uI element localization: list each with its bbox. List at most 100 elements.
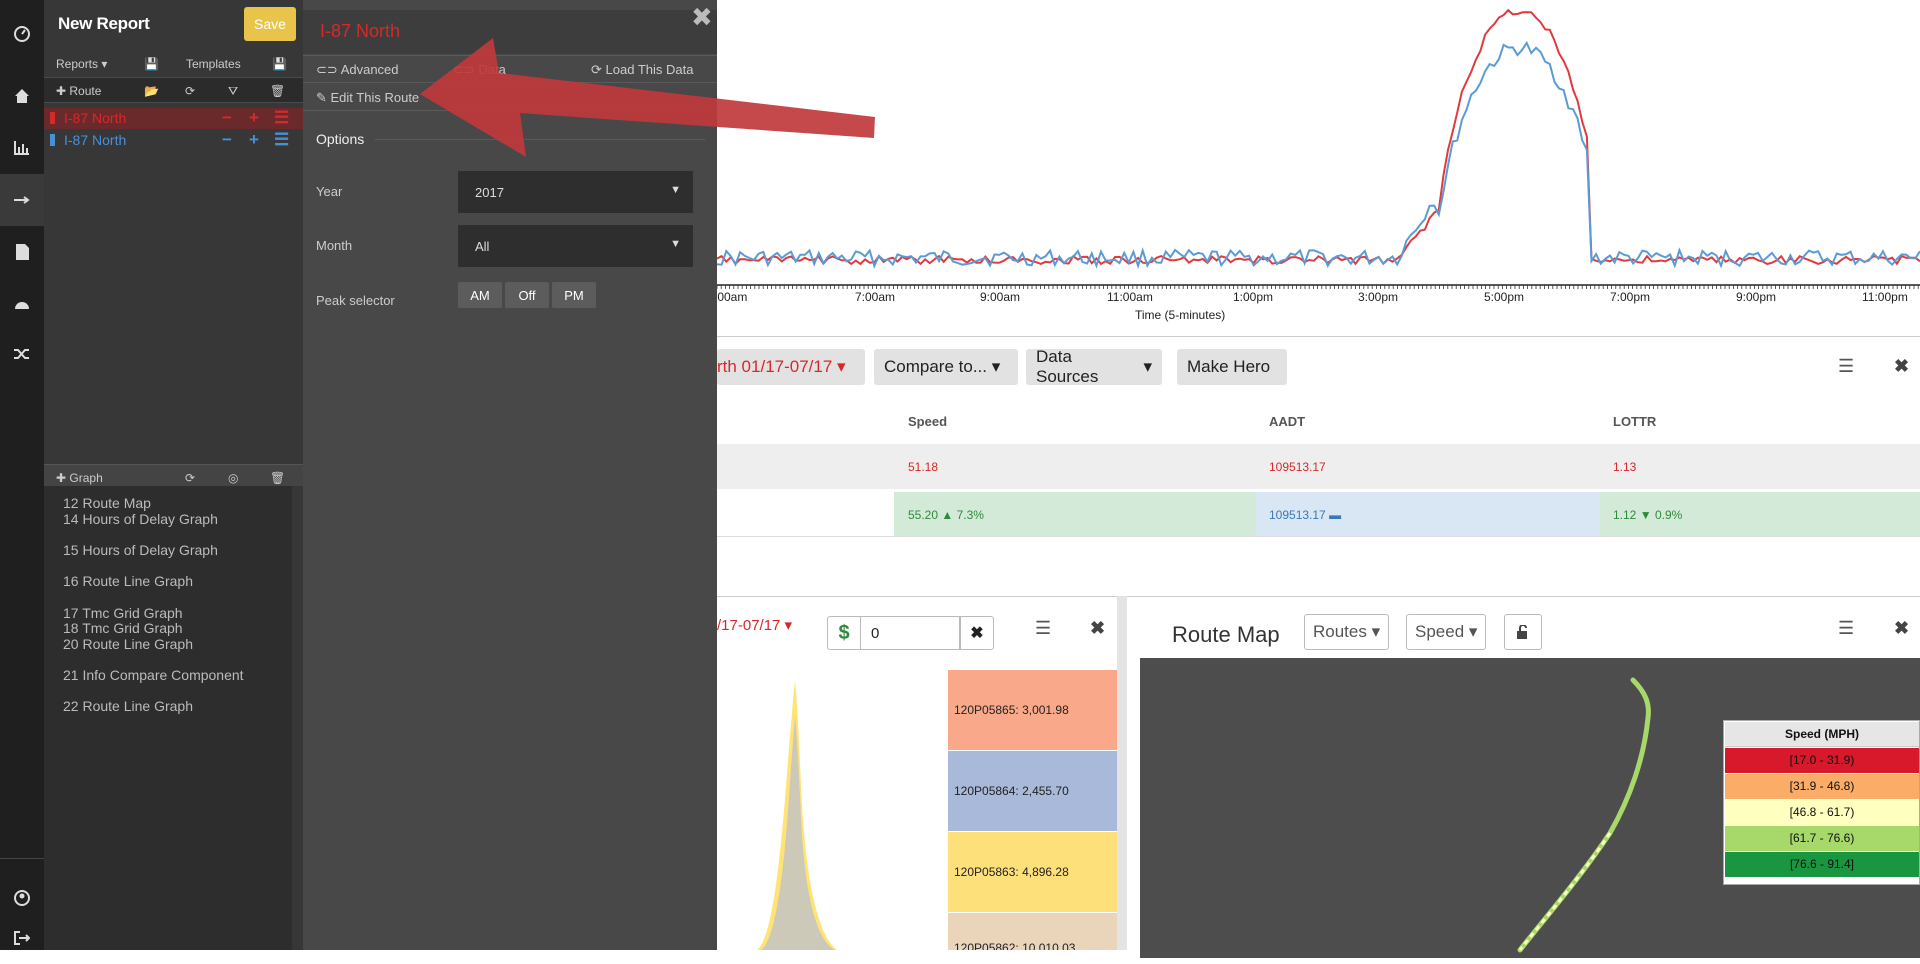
graph-list-item[interactable]: 12 Route Map (63, 495, 253, 512)
data-sources-label: Data Sources (1036, 347, 1099, 386)
lottr-compare-cell: 1.12 ▼ 0.9% (1600, 492, 1920, 537)
document-icon[interactable] (0, 226, 44, 278)
minus-icon[interactable]: − (222, 130, 232, 150)
compare-to-label: Compare to... (884, 357, 987, 376)
gauge-icon[interactable] (0, 278, 44, 330)
legend-item: [31.9 - 46.8) (1725, 774, 1919, 799)
map-canvas[interactable]: Speed (MPH) [17.0 - 31.9) [31.9 - 46.8) … (1140, 658, 1920, 958)
legend-title: Speed (MPH) (1725, 722, 1919, 747)
graph-list-scrollbar[interactable] (292, 486, 303, 950)
year-label: Year (316, 184, 343, 199)
close-icon[interactable]: ✖ (691, 2, 713, 33)
lottr-value: 1.13 (1613, 459, 1637, 474)
hamburger-menu-icon[interactable]: ☰ (1035, 618, 1051, 639)
logout-icon[interactable] (0, 912, 44, 964)
add-route-button[interactable]: ✚ Route (56, 84, 101, 98)
templates-label[interactable]: Templates (186, 57, 241, 71)
legend-item: [61.7 - 76.6) (1725, 826, 1919, 851)
compare-to-dropdown[interactable]: Compare to... ▾ (874, 349, 1018, 385)
chart-divider (717, 336, 1920, 337)
route-compare-dropdown[interactable]: rth 01/17-07/17 ▾ (717, 349, 865, 385)
speed-dropdown[interactable]: Speed ▾ (1406, 614, 1487, 650)
table-row: 51.18 109513.17 1.13 (717, 444, 1920, 489)
route-item-blue[interactable]: I-87 North − + ☰ (44, 130, 303, 151)
shuffle-icon[interactable] (0, 328, 44, 380)
reports-dropdown[interactable]: Reports ▾ (56, 57, 107, 71)
speed-legend: Speed (MPH) [17.0 - 31.9) [31.9 - 46.8) … (1723, 720, 1920, 885)
graph-list-item[interactable]: 20 Route Line Graph (63, 636, 253, 653)
route-item-red[interactable]: I-87 North − + ☰ (44, 108, 303, 129)
home-icon[interactable] (0, 70, 44, 122)
edit-route-button[interactable]: ✎ Edit This Route (316, 90, 419, 106)
plus-icon[interactable]: + (249, 108, 259, 128)
close-icon[interactable]: ✖ (1894, 618, 1909, 639)
clear-input-icon[interactable]: ✖ (960, 616, 994, 650)
peak-off-button[interactable]: Off (505, 282, 549, 308)
tmc-bar-item[interactable]: 120P05864: 2,455.70 (948, 751, 1117, 831)
x-axis-label: Time (5-minutes) (1135, 308, 1225, 322)
route-options-panel: I-87 North ✖ ⊂⊃ Advanced ⊂⊃ Data ⟳ Load … (303, 0, 717, 950)
graph-list-item[interactable]: 14 Hours of Delay Graph (63, 511, 253, 528)
legend-item: [76.6 - 91.4] (1725, 852, 1919, 877)
graph-label: Graph (69, 471, 103, 485)
save-button[interactable]: Save (244, 7, 296, 41)
tmc-grid-panel: /17-07/17 ▾ $ 0 ✖ ☰ ✖ 120P05865: 3,001.9… (717, 596, 1127, 950)
route-dropdown[interactable]: /17-07/17 ▾ (717, 616, 792, 634)
eye-slash-icon[interactable]: ◎ (228, 471, 238, 485)
tmc-bar-item[interactable]: 120P05863: 4,896.28 (948, 832, 1117, 912)
x-tick-label: 9:00pm (1736, 290, 1776, 304)
refresh-icon[interactable]: ⟳ (185, 471, 195, 485)
road-icon[interactable]: ⛛ (228, 84, 238, 99)
divider (303, 110, 717, 111)
month-select[interactable]: All ▼ (458, 225, 693, 267)
add-graph-button[interactable]: ✚ Graph (56, 471, 103, 485)
data-label: Data (478, 62, 506, 77)
graph-list: 12 Route Map 14 Hours of Delay Graph 15 … (44, 486, 303, 950)
close-icon[interactable]: ✖ (1090, 618, 1105, 639)
data-option[interactable]: ⊂⊃ Data (453, 62, 506, 78)
graph-list-item[interactable]: 18 Tmc Grid Graph (63, 620, 253, 637)
load-data-button[interactable]: ⟳ Load This Data (591, 62, 693, 78)
route-name: I-87 North (64, 132, 127, 148)
menu-icon[interactable]: ☰ (274, 108, 289, 128)
peak-pm-button[interactable]: PM (552, 282, 596, 308)
routes-dropdown[interactable]: Routes ▾ (1304, 614, 1390, 650)
data-sources-dropdown[interactable]: Data Sources ▾ (1026, 347, 1162, 386)
tmc-bar-item[interactable]: 120P05865: 3,001.98 (948, 670, 1117, 750)
bar-chart-icon[interactable] (0, 122, 44, 174)
route-arrow-icon[interactable] (0, 174, 44, 226)
lottr-value: 1.12 (1613, 507, 1637, 522)
menu-icon[interactable]: ☰ (274, 130, 289, 150)
refresh-icon[interactable]: ⟳ (185, 84, 195, 98)
icon-bar (0, 0, 44, 950)
chart-lines (717, 8, 1920, 270)
trash-icon[interactable]: 🗑 (270, 84, 285, 98)
tmc-bar-item[interactable]: 120P05862: 10,010.03 (948, 913, 1117, 950)
advanced-toggle[interactable]: ⊂⊃ Advanced (316, 62, 399, 78)
hamburger-menu-icon[interactable]: ☰ (1838, 356, 1854, 377)
speed-compare-cell: 55.20 ▲ 7.3% (894, 492, 1256, 537)
close-icon[interactable]: ✖ (1894, 356, 1909, 377)
plus-icon[interactable]: + (249, 130, 259, 150)
graph-list-item[interactable]: 16 Route Line Graph (63, 573, 253, 590)
route-map-panel: Route Map Routes ▾ Speed ▾ ☰ ✖ Speed (MP… (1140, 610, 1920, 958)
peak-am-button[interactable]: AM (458, 282, 502, 308)
make-hero-button[interactable]: Make Hero (1177, 349, 1287, 385)
report-title: New Report (58, 14, 150, 33)
folder-icon[interactable]: 📂 (144, 84, 159, 98)
graph-list-item[interactable]: 15 Hours of Delay Graph (63, 542, 253, 559)
dashboard-icon[interactable] (0, 8, 44, 60)
down-arrow-icon: ▼ (1639, 507, 1652, 522)
trash-icon[interactable]: 🗑 (270, 471, 285, 485)
caret-down-icon: ▼ (670, 184, 681, 196)
graph-list-item[interactable]: 21 Info Compare Component (63, 667, 253, 684)
minus-icon[interactable]: − (222, 108, 232, 128)
year-select[interactable]: 2017 ▼ (458, 171, 693, 213)
save-template-icon[interactable]: 💾 (272, 57, 287, 71)
graph-list-item[interactable]: 22 Route Line Graph (63, 698, 253, 715)
unlock-icon[interactable] (1504, 614, 1542, 650)
hamburger-menu-icon[interactable]: ☰ (1838, 618, 1854, 639)
cost-input[interactable]: 0 (860, 616, 960, 650)
save-report-icon[interactable]: 💾 (144, 57, 159, 71)
route-label: Route (69, 84, 102, 98)
